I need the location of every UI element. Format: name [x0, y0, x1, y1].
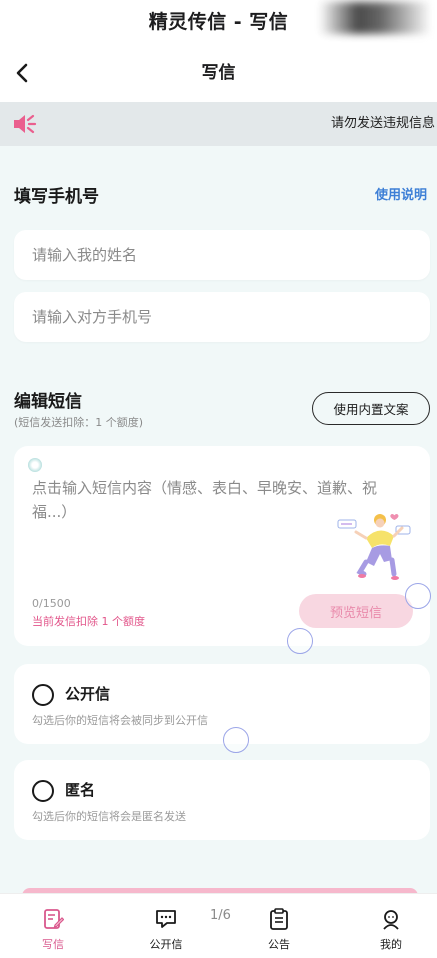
page-indicator: 1/6	[210, 908, 231, 923]
blurred-region	[319, 2, 429, 34]
public-letter-option[interactable]: 公开信 勾选后你的短信将会被同步到公开信	[14, 664, 430, 744]
dancing-girl-illustration	[337, 514, 411, 580]
tab-write[interactable]: 写信	[13, 894, 93, 958]
tab-announcements[interactable]: 公告	[239, 894, 319, 958]
tab-label: 写信	[42, 938, 64, 951]
option-label: 公开信	[65, 685, 111, 703]
preview-message-button[interactable]: 预览短信	[299, 594, 413, 628]
navigation-bar: 写信	[0, 44, 437, 102]
notice-text: 请勿发送违规信息	[330, 116, 435, 131]
speaker-icon	[14, 114, 37, 134]
notice-banner: 请勿发送违规信息	[0, 102, 437, 146]
deduction-note: (短信发送扣除：1 个额度)	[14, 416, 144, 429]
cost-note: 当前发信扣除 1 个额度	[32, 615, 145, 628]
compose-icon	[44, 909, 64, 929]
preset-text-button[interactable]: 使用内置文案	[312, 392, 430, 425]
option-label: 匿名	[65, 781, 96, 799]
app-title-bar: 精灵传信 - 写信	[0, 0, 437, 44]
back-arrow-icon[interactable]	[14, 62, 32, 84]
message-textarea[interactable]: 点击输入短信内容（情感、表白、早晚安、道歉、祝福...） 0/1500 当前发信…	[14, 446, 430, 646]
tab-public-letters[interactable]: 公开信	[126, 894, 206, 958]
touch-indicator	[405, 583, 431, 609]
user-icon	[383, 910, 399, 930]
option-hint: 勾选后你的短信将会是匿名发送	[32, 810, 186, 823]
anonymous-option[interactable]: 匿名 勾选后你的短信将会是匿名发送	[14, 760, 430, 840]
sender-name-input[interactable]: 请输入我的姓名	[14, 230, 430, 280]
help-link[interactable]: 使用说明	[375, 184, 427, 203]
tab-label: 我的	[380, 938, 402, 951]
bottom-tab-bar: 写信 公开信 公告 我的 1/6	[0, 893, 437, 958]
public-letter-radio[interactable]	[32, 684, 54, 706]
compose-section-heading: 编辑短信	[14, 392, 82, 412]
page-title: 写信	[201, 63, 236, 83]
clipboard-icon	[270, 908, 288, 930]
tab-label: 公开信	[149, 938, 183, 951]
touch-indicator	[28, 458, 42, 472]
tab-label: 公告	[268, 938, 290, 951]
tab-profile[interactable]: 我的	[351, 894, 431, 958]
app-title: 精灵传信 - 写信	[148, 11, 289, 33]
phone-section-heading: 填写手机号	[14, 187, 99, 207]
recipient-phone-input[interactable]: 请输入对方手机号	[14, 292, 430, 342]
touch-indicator	[287, 628, 313, 654]
anonymous-radio[interactable]	[32, 780, 54, 802]
touch-indicator	[223, 727, 249, 753]
chat-bubble-icon	[156, 910, 176, 928]
option-hint: 勾选后你的短信将会被同步到公开信	[32, 714, 208, 727]
character-counter: 0/1500	[32, 597, 71, 610]
